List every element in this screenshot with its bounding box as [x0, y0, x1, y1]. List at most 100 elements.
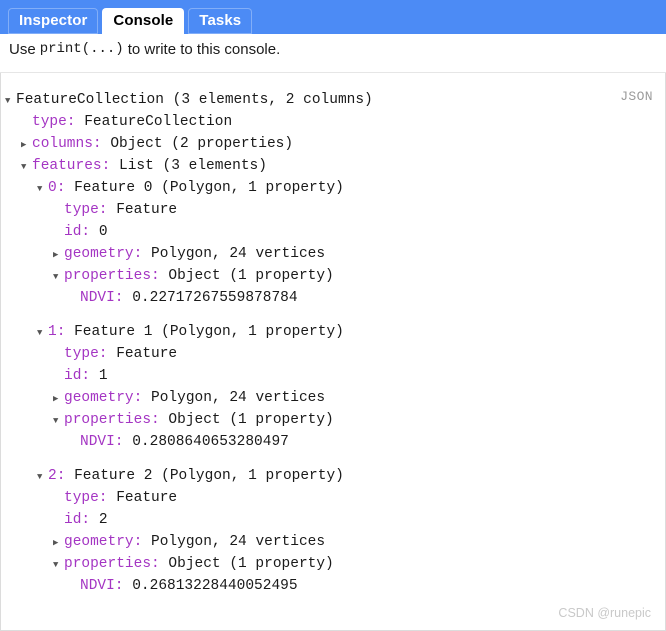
hint-code: print(...)	[39, 41, 124, 57]
tree-key-gap	[108, 343, 117, 365]
tree-value: Feature 2 (Polygon, 1 property)	[74, 468, 344, 484]
tree-key-gap	[110, 155, 119, 177]
caret-down-icon[interactable]: ▼	[5, 90, 16, 112]
tree-value: 0.2808640653280497	[132, 434, 289, 450]
console-output[interactable]: JSON ▼ FeatureCollection (3 elements, 2 c…	[0, 73, 666, 631]
tree-row: ▶ geometry: Polygon, 24 vertices	[5, 387, 665, 409]
tree-key: id:	[64, 512, 91, 528]
tree-row: type: FeatureCollection	[5, 111, 665, 133]
tree-key-gap	[108, 199, 117, 221]
tree-value: 2	[98, 512, 108, 528]
tree-row: ▼ 0: Feature 0 (Polygon, 1 property)	[5, 177, 665, 199]
tree-row: NDVI: 0.2808640653280497	[5, 431, 665, 453]
tree-value: Feature	[116, 490, 178, 506]
console-hint: Use print(...) to write to this console.	[0, 34, 666, 64]
tree-row: type: Feature	[5, 343, 665, 365]
tree-key: id:	[64, 224, 91, 240]
console-panel: Inspector Console Tasks Use print(...) to …	[0, 0, 666, 631]
tree-key-gap	[142, 531, 151, 553]
tree-key-gap	[160, 265, 169, 287]
tree-value: Polygon, 24 vertices	[151, 534, 326, 550]
tab-bar: Inspector Console Tasks	[0, 0, 666, 34]
tree-value: Feature	[116, 202, 178, 218]
tree-value: Polygon, 24 vertices	[151, 390, 326, 406]
tree-value: Object (1 property)	[168, 268, 334, 284]
tree-key: type:	[64, 490, 108, 506]
tree-key: NDVI:	[80, 434, 124, 450]
tree-key-gap	[76, 111, 85, 133]
watermark: CSDN @runepic	[558, 606, 651, 620]
tree-key: columns:	[32, 136, 102, 152]
tree-key: id:	[64, 368, 91, 384]
tree-key: features:	[32, 158, 111, 174]
tree-key: type:	[32, 114, 76, 130]
tree-key: geometry:	[64, 246, 143, 262]
tree-key-gap	[142, 243, 151, 265]
tree-key: properties:	[64, 268, 160, 284]
caret-down-icon[interactable]: ▼	[53, 266, 64, 288]
tree-value: FeatureCollection (3 elements, 2 columns…	[16, 92, 373, 108]
caret-down-icon[interactable]: ▼	[37, 178, 48, 200]
tree-key-gap	[102, 133, 111, 155]
tree-row: id: 0	[5, 221, 665, 243]
tree-key-gap	[124, 431, 133, 453]
tree-value: 0.22717267559878784	[132, 290, 298, 306]
caret-right-icon[interactable]: ▶	[53, 532, 64, 554]
tree-key-gap	[124, 287, 133, 309]
tree-value: 0.26813228440052495	[132, 578, 298, 594]
tree-row: ▼ properties: Object (1 property)	[5, 409, 665, 431]
tree-key-gap	[108, 487, 117, 509]
tab-console[interactable]: Console	[102, 8, 185, 34]
tree-row: id: 1	[5, 365, 665, 387]
tab-tasks[interactable]: Tasks	[188, 8, 253, 34]
hint-suffix: to write to this console.	[127, 40, 281, 58]
tree-value: Object (1 property)	[168, 556, 334, 572]
tree-row: type: Feature	[5, 199, 665, 221]
tree-row: type: Feature	[5, 487, 665, 509]
tree-key-gap	[124, 575, 133, 597]
tree-value: Feature 0 (Polygon, 1 property)	[74, 180, 344, 196]
tree-key-gap	[160, 553, 169, 575]
tree-key: type:	[64, 202, 108, 218]
caret-down-icon[interactable]: ▼	[53, 410, 64, 432]
tree-row: ▼ 2: Feature 2 (Polygon, 1 property)	[5, 465, 665, 487]
tree-key: 2:	[48, 468, 66, 484]
tree-key: 0:	[48, 180, 66, 196]
tree-value: List (3 elements)	[119, 158, 267, 174]
caret-right-icon[interactable]: ▶	[53, 244, 64, 266]
tree-value: 1	[98, 368, 108, 384]
tree-key-gap	[65, 465, 74, 487]
tree-key-gap	[65, 321, 74, 343]
tab-inspector[interactable]: Inspector	[8, 8, 99, 34]
caret-right-icon[interactable]: ▶	[53, 388, 64, 410]
caret-down-icon[interactable]: ▼	[37, 466, 48, 488]
tree-key-gap	[142, 387, 151, 409]
tree-row: NDVI: 0.22717267559878784	[5, 287, 665, 309]
tree-row-spacer	[5, 309, 665, 321]
tree-value: Object (2 properties)	[110, 136, 294, 152]
tree-key-gap	[90, 509, 99, 531]
tree-key: type:	[64, 346, 108, 362]
hint-prefix: Use	[9, 40, 36, 58]
tree-row: ▶ geometry: Polygon, 24 vertices	[5, 243, 665, 265]
json-tree: ▼ FeatureCollection (3 elements, 2 column…	[1, 89, 665, 597]
tree-row: ▼ properties: Object (1 property)	[5, 553, 665, 575]
caret-down-icon[interactable]: ▼	[21, 156, 32, 178]
tree-key-gap	[90, 221, 99, 243]
tree-row: ▼ FeatureCollection (3 elements, 2 column…	[5, 89, 665, 111]
tree-value: Feature 1 (Polygon, 1 property)	[74, 324, 344, 340]
tree-key: geometry:	[64, 390, 143, 406]
tree-key: properties:	[64, 556, 160, 572]
tree-key-gap	[65, 177, 74, 199]
caret-down-icon[interactable]: ▼	[37, 322, 48, 344]
caret-down-icon[interactable]: ▼	[53, 554, 64, 576]
tree-value: FeatureCollection	[84, 114, 233, 130]
tree-key: 1:	[48, 324, 66, 340]
tree-value: 0	[98, 224, 108, 240]
tree-key: geometry:	[64, 534, 143, 550]
caret-right-icon[interactable]: ▶	[21, 134, 32, 156]
tree-key: NDVI:	[80, 290, 124, 306]
tree-row: id: 2	[5, 509, 665, 531]
tree-row: ▼ properties: Object (1 property)	[5, 265, 665, 287]
tree-row: ▼ 1: Feature 1 (Polygon, 1 property)	[5, 321, 665, 343]
